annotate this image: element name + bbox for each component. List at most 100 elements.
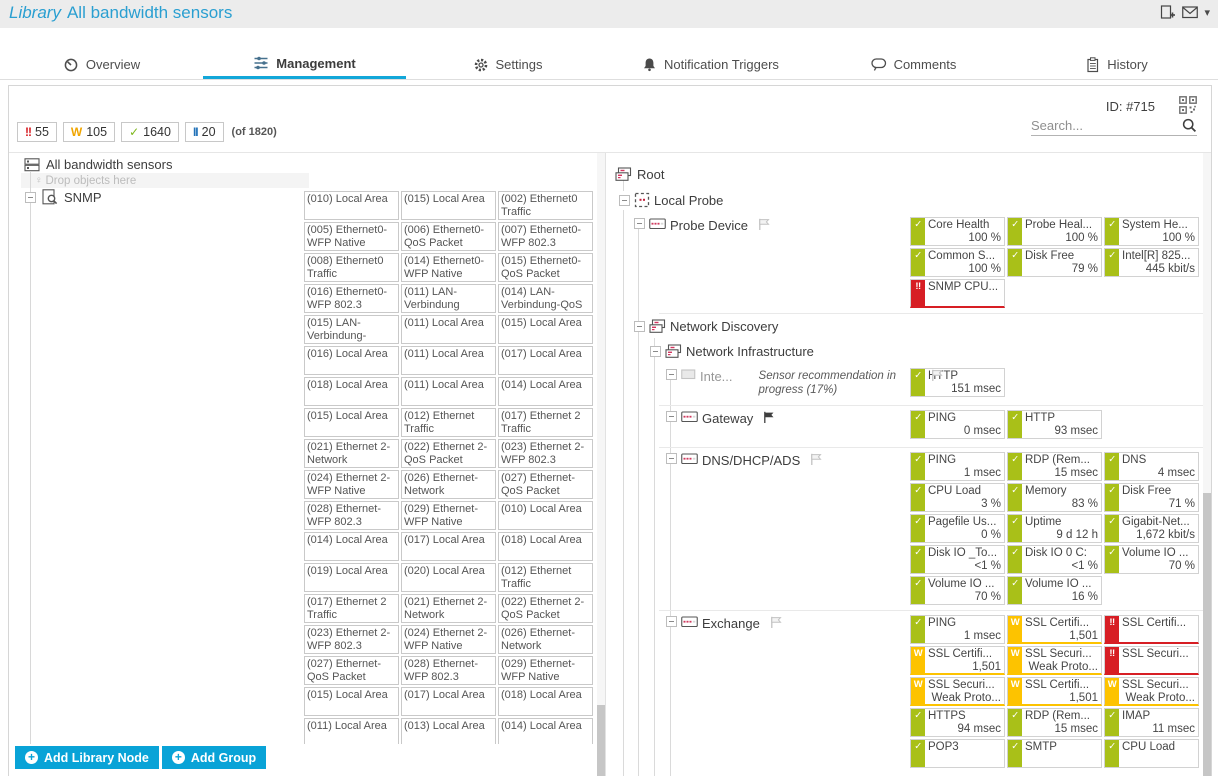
library-sensor-tile[interactable]: (012) Ethernet Traffic — [498, 563, 593, 592]
search-icon[interactable] — [1182, 118, 1197, 133]
sensor-tile[interactable]: ✓RDP (Rem...15 msec — [1007, 708, 1102, 737]
tab-overview[interactable]: Overview — [0, 50, 203, 79]
sensor-tile[interactable]: ✓Disk Free71 % — [1104, 483, 1199, 512]
tree-node-local-probe[interactable]: Local Probe — [607, 187, 1211, 213]
library-sensor-tile[interactable]: (026) Ethernet-Network — [401, 470, 496, 499]
sensor-tile[interactable]: !!SNMP CPU... — [910, 279, 1005, 308]
library-sensor-tile[interactable]: (020) Local Area — [401, 563, 496, 592]
library-sensor-tile[interactable]: (007) Ethernet0-WFP 802.3 — [498, 222, 593, 251]
add-report-icon[interactable] — [1160, 5, 1176, 20]
qr-code-icon[interactable] — [1179, 96, 1197, 114]
sensor-tile[interactable]: ✓System He...100 % — [1104, 217, 1199, 246]
library-sensor-tile[interactable]: (017) Local Area — [401, 687, 496, 716]
sensor-tile[interactable]: ✓Memory83 % — [1007, 483, 1102, 512]
library-root-node[interactable]: All bandwidth sensors — [24, 157, 172, 172]
sensor-tile[interactable]: ✓Volume IO ...16 % — [1007, 576, 1102, 605]
library-sensor-tile[interactable]: (017) Ethernet 2 Traffic — [304, 594, 399, 623]
library-sensor-tile[interactable]: (023) Ethernet 2-WFP 802.3 — [304, 625, 399, 654]
email-icon[interactable] — [1182, 6, 1198, 19]
sensor-tile[interactable]: ✓RDP (Rem...15 msec — [1007, 452, 1102, 481]
library-sensor-tile[interactable]: (012) Ethernet Traffic — [401, 408, 496, 437]
library-sensor-tile[interactable]: (023) Ethernet 2-WFP 802.3 — [498, 439, 593, 468]
library-sensor-tile[interactable]: (014) Local Area — [498, 718, 593, 744]
sensor-tile[interactable]: ✓PING0 msec — [910, 410, 1005, 439]
sensor-tile[interactable]: WSSL Securi...Weak Proto... — [1007, 646, 1102, 675]
library-sensor-tile[interactable]: (015) Local Area — [304, 687, 399, 716]
tab-comments[interactable]: Comments — [812, 50, 1015, 79]
sensor-tile[interactable]: ✓Gigabit-Net...1,672 kbit/s — [1104, 514, 1199, 543]
library-sensor-tile[interactable]: (014) Local Area — [304, 532, 399, 561]
tree-node-device[interactable]: Gateway — [666, 411, 776, 426]
sensor-tile[interactable]: ✓DNS4 msec — [1104, 452, 1199, 481]
collapse-icon[interactable] — [634, 321, 645, 332]
add-library-node-button[interactable]: + Add Library Node — [15, 746, 159, 769]
library-sensor-tile[interactable]: (005) Ethernet0-WFP Native — [304, 222, 399, 251]
library-sensor-tile[interactable]: (011) Local Area — [401, 377, 496, 406]
library-sensor-tile[interactable]: (011) Local Area — [401, 315, 496, 344]
library-sensor-tile[interactable]: (016) Local Area — [304, 346, 399, 375]
sensor-tile[interactable]: WSSL Securi...Weak Proto... — [1104, 677, 1199, 706]
library-sensor-tile[interactable]: (013) Local Area — [401, 718, 496, 744]
tree-node-group[interactable]: Network Discovery — [607, 314, 1211, 339]
caret-down-icon[interactable]: ▾ — [1204, 6, 1210, 19]
library-sensor-tile[interactable]: (017) Local Area — [498, 346, 593, 375]
library-sensor-tile[interactable]: (011) LAN-Verbindung — [401, 284, 496, 313]
sensor-tile[interactable]: ✓SMTP — [1007, 739, 1102, 768]
collapse-icon[interactable] — [666, 616, 677, 627]
sensor-tile[interactable]: ✓HTTPS94 msec — [910, 708, 1005, 737]
library-sensor-tile[interactable]: (018) Local Area — [498, 687, 593, 716]
sensor-tile[interactable]: ✓CPU Load — [1104, 739, 1199, 768]
sensor-tile[interactable]: ✓Disk Free79 % — [1007, 248, 1102, 277]
library-sensor-tile[interactable]: (028) Ethernet-WFP 802.3 — [304, 501, 399, 530]
sensor-tile[interactable]: WSSL Certifi...1,501 — [1007, 677, 1102, 706]
library-sensor-tile[interactable]: (027) Ethernet-QoS Packet — [498, 470, 593, 499]
library-sensor-tile[interactable]: (022) Ethernet 2-QoS Packet — [498, 594, 593, 623]
library-sensor-tile[interactable]: (010) Local Area — [304, 191, 399, 220]
tab-notification-triggers[interactable]: Notification Triggers — [609, 50, 812, 79]
collapse-icon[interactable] — [25, 192, 36, 203]
status-badge-ok[interactable]: ✓1640 — [121, 122, 179, 142]
tree-node-group[interactable]: Network Infrastructure — [607, 339, 1211, 364]
library-sensor-tile[interactable]: (026) Ethernet-Network — [498, 625, 593, 654]
sensor-tile[interactable]: ✓Common S...100 % — [910, 248, 1005, 277]
sensor-tile[interactable]: ✓IMAP11 msec — [1104, 708, 1199, 737]
collapse-icon[interactable] — [666, 369, 677, 380]
library-sensor-tile[interactable]: (014) Ethernet0-WFP Native — [401, 253, 496, 282]
library-sensor-tile[interactable]: (024) Ethernet 2-WFP Native — [304, 470, 399, 499]
library-sensor-tile[interactable]: (014) LAN-Verbindung-QoS — [498, 284, 593, 313]
sensor-tile[interactable]: ✓Disk IO _To...<1 % — [910, 545, 1005, 574]
search-input[interactable]: Search... — [1031, 118, 1197, 136]
sensor-tile[interactable]: ✓PING1 msec — [910, 452, 1005, 481]
collapse-icon[interactable] — [619, 195, 630, 206]
collapse-icon[interactable] — [650, 346, 661, 357]
library-sensor-tile[interactable]: (010) Local Area — [498, 501, 593, 530]
right-scrollbar-thumb[interactable] — [1203, 493, 1211, 776]
library-sensor-tile[interactable]: (017) Local Area — [401, 532, 496, 561]
library-sensor-tile[interactable]: (022) Ethernet 2-QoS Packet — [401, 439, 496, 468]
library-sensor-tile[interactable]: (015) Local Area — [401, 191, 496, 220]
tree-node-root[interactable]: Root — [607, 162, 1211, 187]
library-sensor-tile[interactable]: (021) Ethernet 2-Network — [401, 594, 496, 623]
sensor-tile[interactable]: WSSL Certifi...1,501 — [1007, 615, 1102, 644]
collapse-icon[interactable] — [634, 218, 645, 229]
status-badge-warning[interactable]: W105 — [63, 122, 115, 142]
left-scrollbar-track[interactable] — [597, 153, 605, 776]
sensor-tile[interactable]: ✓Intel[R] 825...445 kbit/s — [1104, 248, 1199, 277]
library-sensor-tile[interactable]: (019) Local Area — [304, 563, 399, 592]
library-sensor-tile[interactable]: (024) Ethernet 2-WFP Native — [401, 625, 496, 654]
library-sensor-tile[interactable]: (016) Ethernet0-WFP 802.3 — [304, 284, 399, 313]
tree-node-device[interactable]: Probe Device — [634, 218, 771, 233]
sensor-tile[interactable]: ✓HTTP93 msec — [1007, 410, 1102, 439]
library-sensor-tile[interactable]: (015) Local Area — [498, 315, 593, 344]
tree-node-device[interactable]: Exchange — [666, 616, 783, 631]
tab-history[interactable]: History — [1015, 50, 1218, 79]
left-scrollbar-thumb[interactable] — [597, 705, 605, 776]
tree-node-device[interactable]: Inte...Sensor recommendation in progress… — [666, 369, 944, 398]
add-group-button[interactable]: + Add Group — [162, 746, 266, 769]
tree-node-device[interactable]: DNS/DHCP/ADS — [666, 453, 823, 468]
library-sensor-tile[interactable]: (018) Local Area — [498, 532, 593, 561]
library-sensor-tile[interactable]: (014) Local Area — [498, 377, 593, 406]
library-sensor-tile[interactable]: (021) Ethernet 2-Network — [304, 439, 399, 468]
sensor-tile[interactable]: WSSL Certifi...1,501 — [910, 646, 1005, 675]
library-node-snmp[interactable]: SNMP — [25, 189, 102, 205]
